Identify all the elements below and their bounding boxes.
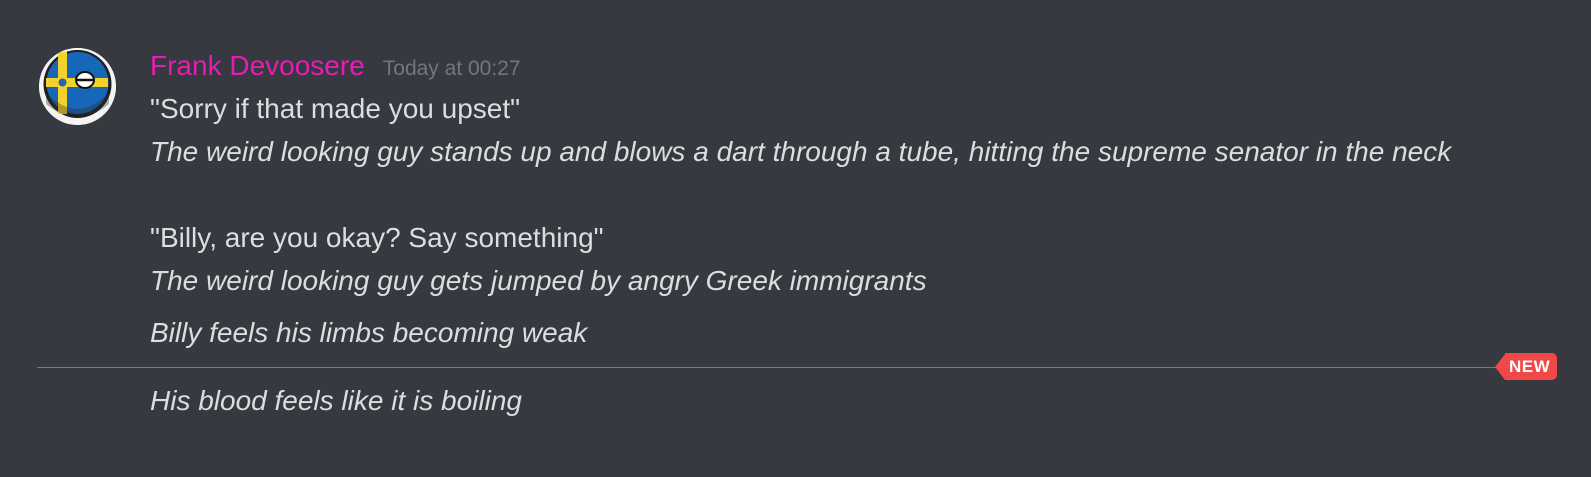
new-messages-divider xyxy=(37,367,1497,368)
message-line: "Billy, are you okay? Say something" xyxy=(150,222,604,253)
message-line: "Sorry if that made you upset" xyxy=(150,93,521,124)
author-username[interactable]: Frank Devoosere xyxy=(150,48,365,84)
user-avatar[interactable] xyxy=(39,48,116,125)
new-messages-badge: NEW xyxy=(1495,353,1560,380)
message-line: Billy feels his limbs becoming weak xyxy=(150,317,588,348)
sweden-countryball-avatar-icon xyxy=(39,48,116,125)
chat-message-area: Frank Devoosere Today at 00:27 "Sorry if… xyxy=(0,0,1591,477)
badge-arrow xyxy=(1495,353,1505,380)
message-timestamp: Today at 00:27 xyxy=(382,57,521,80)
message-line: The weird looking guy stands up and blow… xyxy=(150,136,1452,167)
new-badge-label: NEW xyxy=(1505,353,1558,380)
message-line: His blood feels like it is boiling xyxy=(150,385,522,416)
message-line: The weird looking guy gets jumped by ang… xyxy=(150,265,927,296)
message-header: Frank Devoosere Today at 00:27 xyxy=(150,48,521,88)
